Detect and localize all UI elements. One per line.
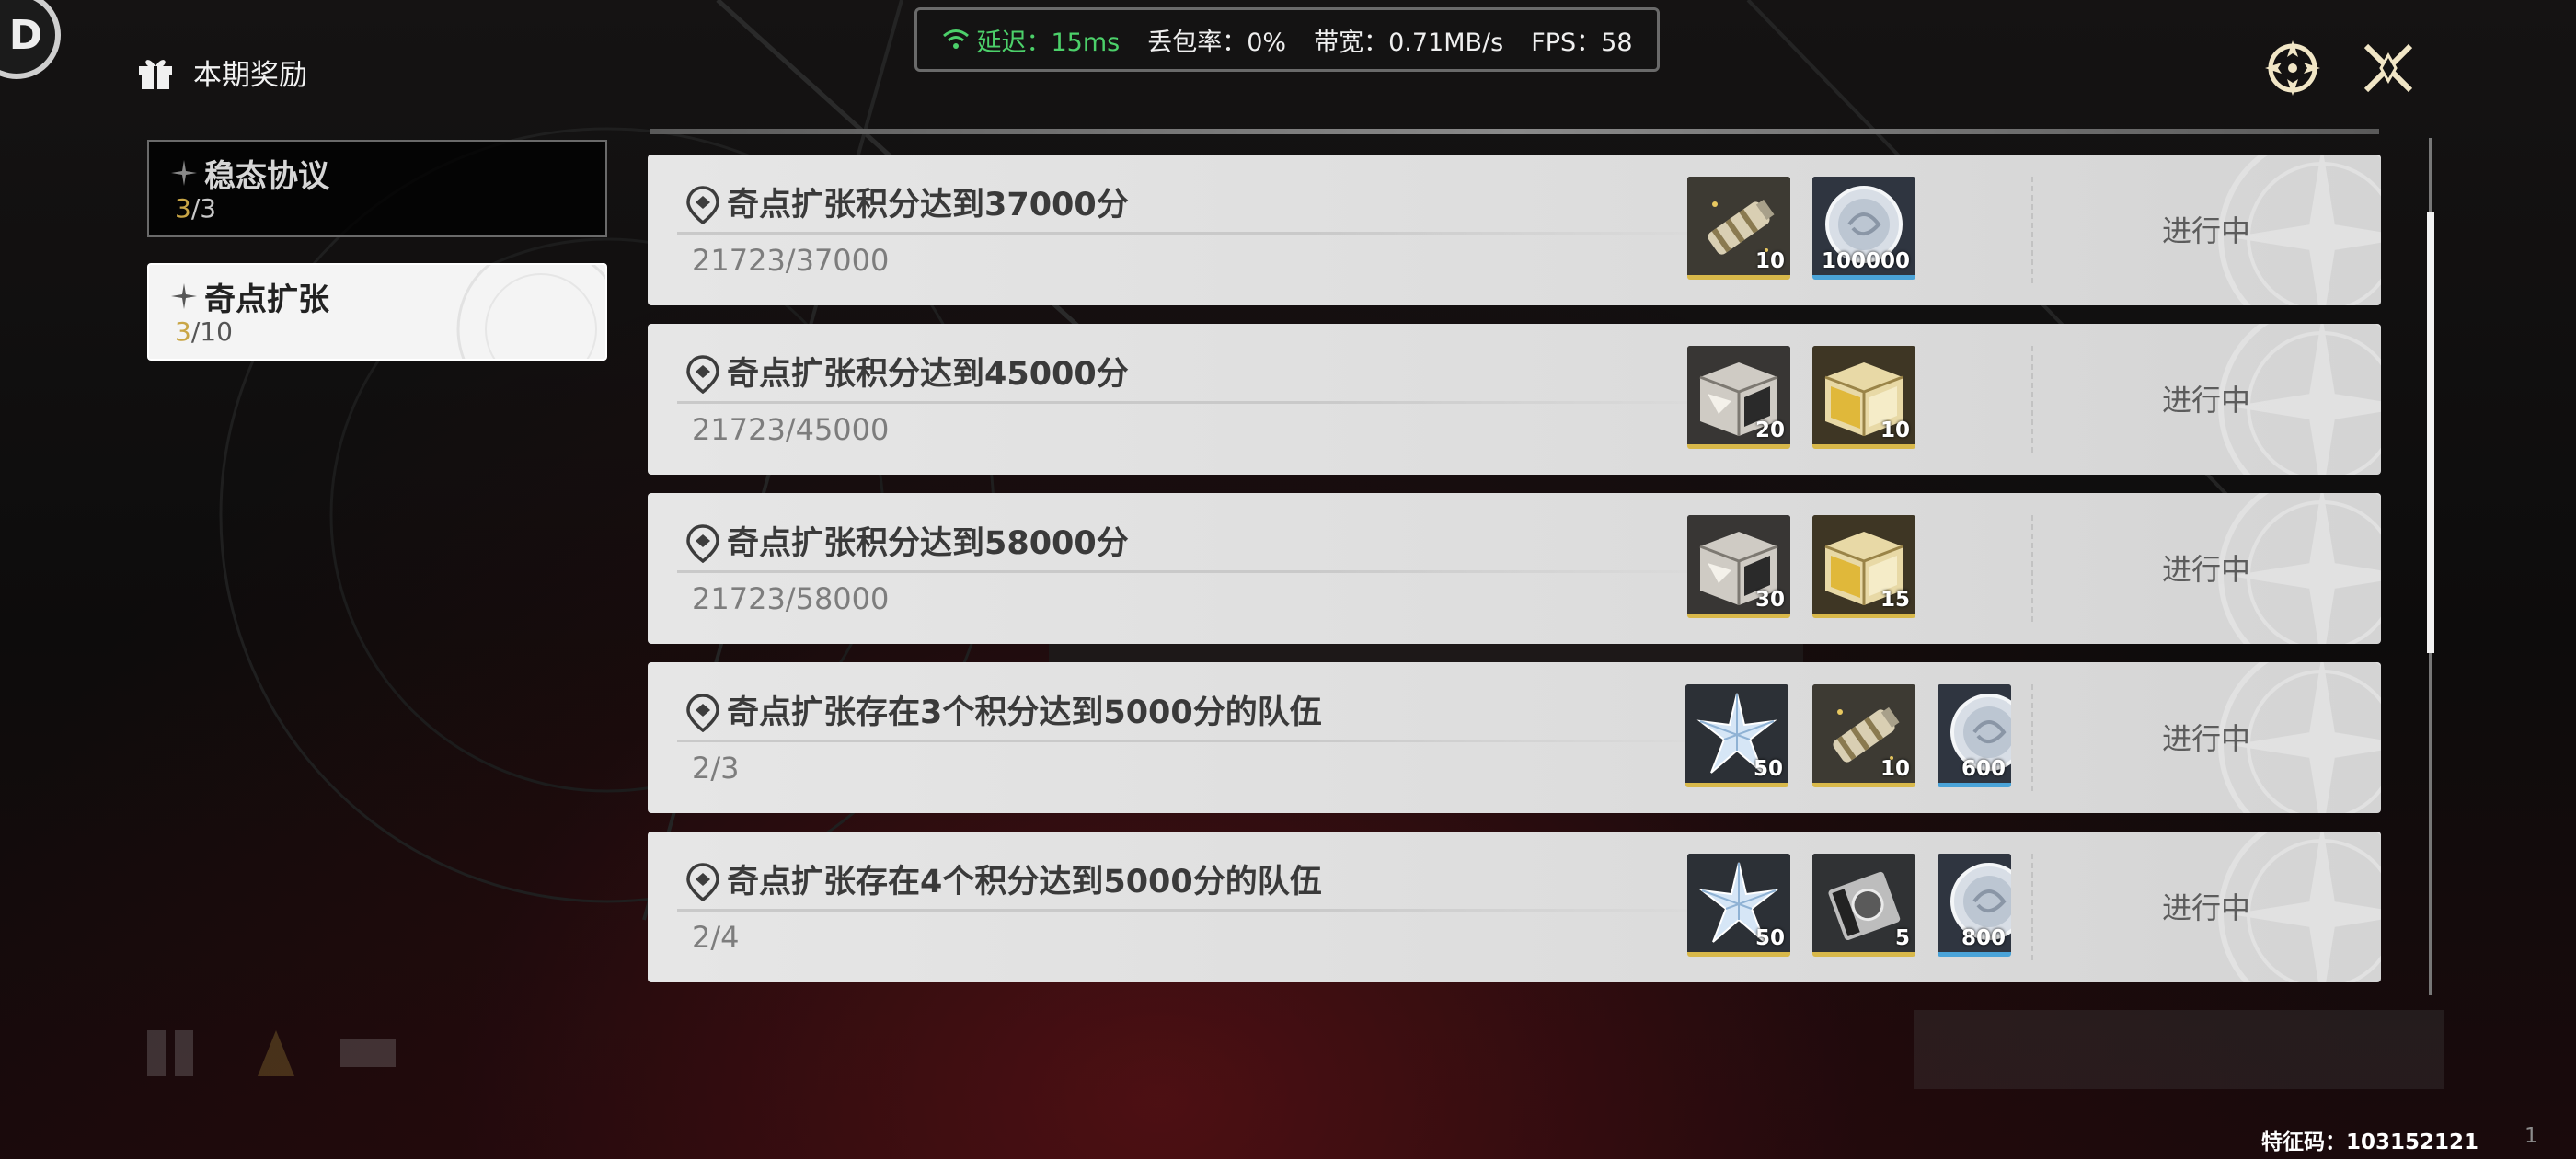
location-pin-icon: [686, 186, 719, 224]
list-scrollbar-thumb[interactable]: [2427, 212, 2434, 653]
divider: [2031, 854, 2033, 960]
divider: [2031, 515, 2033, 622]
reward-qty: 30: [1754, 588, 1785, 612]
location-pin-icon: [686, 694, 719, 732]
task-row: 奇点扩张积分达到58000分 21723/58000 30 15 进行中: [648, 493, 2381, 644]
tab-count-total: /3: [190, 193, 217, 224]
reward-qty: 600: [1961, 757, 2006, 781]
tab-count-current: 3: [175, 316, 191, 347]
reward-item[interactable]: 100000: [1812, 177, 1915, 280]
reward-item[interactable]: 5: [1812, 854, 1915, 957]
reward-qty: 10: [1880, 757, 1910, 781]
task-progress: 21723/37000: [692, 243, 890, 278]
tab-count-current: 3: [175, 193, 191, 224]
network-stats-bar: 延迟：15ms 丢包率：0% 带宽：0.71MB/s FPS：58: [914, 7, 1660, 72]
task-status: 进行中: [2162, 383, 2251, 418]
tab-count: 3/10: [175, 316, 233, 347]
reward-item[interactable]: 10: [1812, 346, 1915, 449]
tab-label: 稳态协议: [204, 158, 329, 195]
task-row: 奇点扩张存在4个积分达到5000分的队伍 2/4 50 5 800 进行中: [648, 832, 2381, 982]
sparkle-icon: [171, 160, 197, 186]
task-progress: 21723/58000: [692, 581, 890, 616]
tab-stable-protocol[interactable]: 稳态协议 3/3: [147, 140, 607, 237]
reward-item[interactable]: 800: [1938, 854, 2011, 957]
title-underline: [677, 740, 1735, 742]
location-pin-icon: [686, 863, 719, 901]
reward-item[interactable]: 10: [1687, 177, 1790, 280]
page-title: 本期奖励: [193, 59, 307, 92]
title-underline: [677, 909, 1735, 912]
page-indicator: 1: [2524, 1124, 2538, 1148]
reward-qty: 50: [1753, 757, 1783, 781]
task-progress: 21723/45000: [692, 412, 890, 447]
close-icon[interactable]: [2359, 39, 2418, 98]
list-top-divider: [650, 129, 2379, 134]
tab-count: 3/3: [175, 193, 216, 224]
tab-decoration: [456, 265, 605, 359]
reward-qty: 10: [1880, 419, 1910, 442]
task-title: 奇点扩张积分达到58000分: [727, 525, 1129, 562]
reward-qty: 15: [1880, 588, 1910, 612]
wifi-icon: [942, 29, 969, 49]
task-row: 奇点扩张存在3个积分达到5000分的队伍 2/3 50 10 600 进行中: [648, 662, 2381, 813]
reward-item[interactable]: 50: [1687, 854, 1790, 957]
page-header: 本期奖励: [136, 52, 307, 93]
task-title: 奇点扩张存在4个积分达到5000分的队伍: [727, 864, 1322, 901]
divider: [2031, 684, 2033, 791]
tab-label: 奇点扩张: [204, 281, 329, 318]
reward-item[interactable]: 20: [1687, 346, 1790, 449]
tab-singularity-expansion[interactable]: 奇点扩张 3/10: [147, 263, 607, 361]
latency-text: 延迟：15ms: [976, 28, 1121, 57]
reward-qty: 10: [1754, 249, 1785, 273]
reward-item[interactable]: 50: [1685, 684, 1788, 787]
task-title: 奇点扩张积分达到45000分: [727, 356, 1129, 393]
reward-qty: 800: [1961, 926, 2006, 950]
task-status: 进行中: [2162, 213, 2251, 248]
task-progress: 2/4: [692, 920, 740, 955]
task-title: 奇点扩张存在3个积分达到5000分的队伍: [727, 694, 1322, 731]
background-button-faint: [1914, 1010, 2444, 1089]
reward-item[interactable]: 30: [1687, 515, 1790, 618]
location-pin-icon: [686, 355, 719, 394]
reward-qty: 5: [1894, 926, 1910, 950]
divider: [2031, 177, 2033, 283]
reward-item[interactable]: 15: [1812, 515, 1915, 618]
packet-loss-stat: 丢包率：0%: [1147, 28, 1287, 57]
reward-qty: 50: [1754, 926, 1785, 950]
gift-icon: [139, 59, 172, 89]
divider: [2031, 346, 2033, 453]
reward-qty: 20: [1754, 419, 1785, 442]
background-icons-faint: [147, 1030, 396, 1076]
tab-count-total: /10: [190, 316, 233, 347]
bandwidth-stat: 带宽：0.71MB/s: [1314, 28, 1504, 57]
crosshair-icon[interactable]: [2263, 39, 2322, 98]
location-pin-icon: [686, 524, 719, 563]
logo-glyph: D: [8, 11, 43, 59]
task-progress: 2/3: [692, 751, 740, 786]
sparkle-icon: [171, 283, 197, 309]
title-underline: [677, 401, 1735, 404]
task-row: 奇点扩张积分达到37000分 21723/37000 10 100000 进行中: [648, 155, 2381, 305]
reward-item[interactable]: 600: [1938, 684, 2011, 787]
title-underline: [677, 232, 1735, 235]
latency-stat: 延迟：15ms: [942, 22, 1121, 58]
task-title: 奇点扩张积分达到37000分: [727, 187, 1129, 224]
reward-qty: 100000: [1821, 249, 1910, 273]
fps-stat: FPS：58: [1531, 28, 1633, 57]
task-row: 奇点扩张积分达到45000分 21723/45000 20 10 进行中: [648, 324, 2381, 475]
feature-code: 特征码：103152121: [2261, 1130, 2479, 1154]
task-status: 进行中: [2162, 552, 2251, 587]
title-underline: [677, 570, 1735, 573]
reward-item[interactable]: 10: [1812, 684, 1915, 787]
task-status: 进行中: [2162, 890, 2251, 925]
task-status: 进行中: [2162, 721, 2251, 756]
